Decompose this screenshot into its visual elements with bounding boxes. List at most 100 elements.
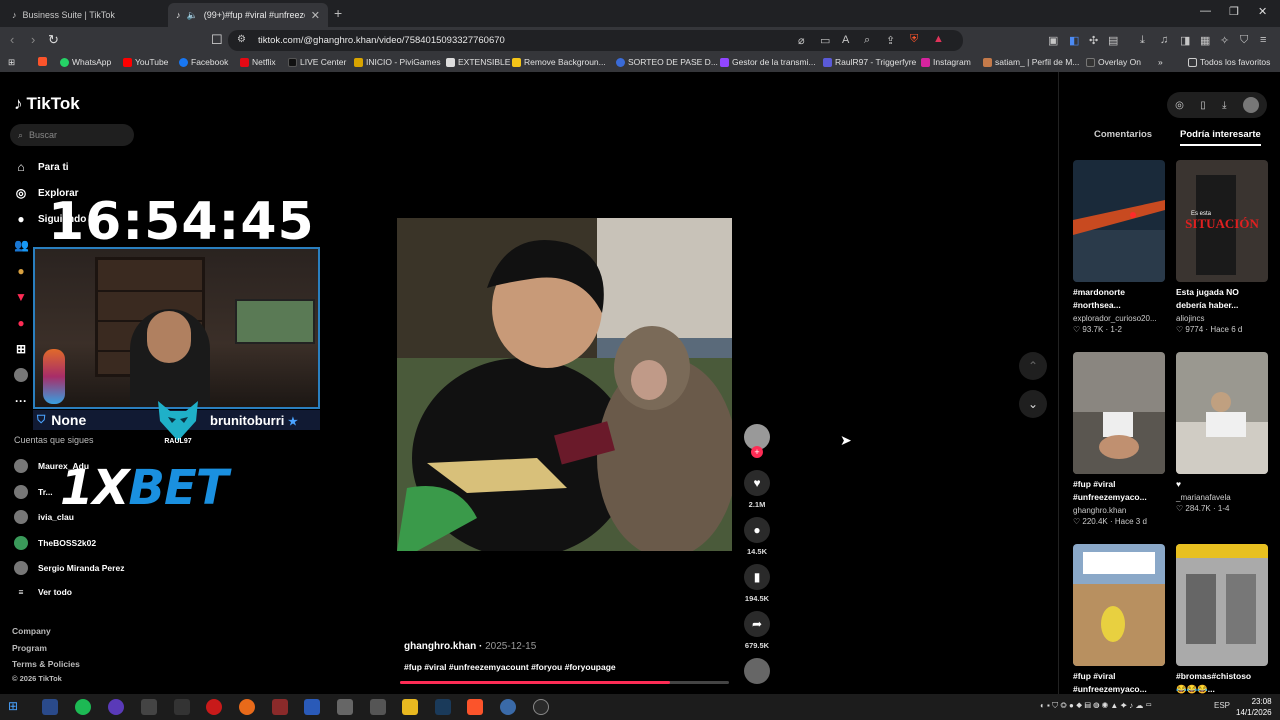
bookmark-instagram[interactable]: Instagram: [921, 57, 971, 67]
spotify-icon[interactable]: [75, 699, 91, 715]
author-avatar[interactable]: +: [741, 424, 773, 458]
previous-video-button[interactable]: ⌃: [1019, 352, 1047, 380]
compass-icon[interactable]: ◎: [1175, 100, 1184, 111]
tab-business-suite[interactable]: ♪ Business Suite | TikTok: [4, 3, 164, 27]
firefox-icon[interactable]: [239, 699, 255, 715]
comment-button[interactable]: ● 14.5K: [741, 517, 773, 556]
back-button[interactable]: ‹: [10, 32, 14, 47]
restore-button[interactable]: ❐: [1229, 5, 1239, 18]
reader-icon[interactable]: ⌀: [798, 34, 805, 47]
reload-button[interactable]: ↻: [48, 32, 59, 48]
language-indicator[interactable]: ESP: [1214, 701, 1230, 710]
nav-for-you[interactable]: ⌂ Para ti: [14, 160, 68, 174]
bookmark-extensible[interactable]: EXTENSIBLE: [446, 57, 510, 67]
bookmark-sorteo[interactable]: SORTEO DE PASE D...: [616, 57, 718, 67]
bookmark-brave[interactable]: [38, 57, 47, 66]
suggested-card[interactable]: #fup #viral #unfreezemyaco... ghanghro.kh…: [1073, 352, 1165, 526]
apps-icon[interactable]: ⊞: [8, 57, 15, 68]
share-button[interactable]: ➦ 679.5K: [741, 611, 773, 650]
epic-games-icon[interactable]: [174, 699, 190, 715]
bookmark-all[interactable]: Todos los favoritos: [1188, 57, 1270, 67]
search-input[interactable]: ⌕ Buscar: [10, 124, 134, 146]
wallet-icon[interactable]: ▣: [1048, 34, 1058, 47]
brave-icon[interactable]: [467, 699, 483, 715]
brave-shield-icon[interactable]: ⛨: [910, 33, 918, 46]
upload-icon[interactable]: ⊞: [14, 342, 28, 356]
rewards-icon[interactable]: ▲: [933, 33, 944, 45]
taskbar-app-icon[interactable]: [42, 699, 58, 715]
messages-icon[interactable]: ▼: [14, 290, 28, 304]
cast-icon[interactable]: ▭: [820, 34, 830, 47]
taskbar-app-icon[interactable]: [141, 699, 157, 715]
steam-icon[interactable]: [435, 699, 451, 715]
tray-icons[interactable]: ◐ ▪ ⛉ ◎ ● ◆ ▤ ◍ ◉ ▲ ✦ ♪ ☁ ▭: [1040, 701, 1152, 711]
friends-icon[interactable]: 👥: [14, 238, 29, 252]
taskbar-app-icon[interactable]: [337, 699, 353, 715]
bookmark-satiam[interactable]: satiam_ | Perfil de M...: [983, 57, 1079, 67]
new-tab-button[interactable]: +: [334, 5, 342, 21]
obs-icon[interactable]: [533, 699, 549, 715]
site-info-icon[interactable]: ⚙: [237, 34, 246, 45]
save-button[interactable]: ▮ 194.5K: [741, 564, 773, 603]
puzzle-icon[interactable]: ✣: [1089, 34, 1098, 47]
bookmark-youtube[interactable]: YouTube: [123, 57, 168, 67]
video-author[interactable]: ghanghro.khan · 2025-12-15: [404, 641, 536, 652]
taskbar-app-icon[interactable]: [272, 699, 288, 715]
leo-icon[interactable]: ✧: [1220, 34, 1229, 47]
wallet2-icon[interactable]: ▦: [1200, 34, 1210, 47]
following-item[interactable]: Tr...: [14, 485, 53, 499]
footer-program[interactable]: Program: [12, 643, 47, 653]
taskbar-app-icon[interactable]: [500, 699, 516, 715]
suggested-card[interactable]: Es esta SITUACIÓN Esta jugada NO debería h…: [1176, 160, 1268, 334]
close-tab-icon[interactable]: ✕: [311, 9, 320, 22]
footer-terms[interactable]: Terms & Policies: [12, 659, 80, 669]
more-icon[interactable]: ···: [14, 394, 28, 408]
taskbar-app-icon[interactable]: [108, 699, 124, 715]
share-icon[interactable]: ⇪: [886, 34, 895, 47]
see-all-link[interactable]: ≡ Ver todo: [14, 587, 73, 597]
extension-icon[interactable]: ◧: [1069, 34, 1079, 47]
bookmark-netflix[interactable]: Netflix: [240, 57, 276, 67]
footer-company[interactable]: Company: [12, 626, 51, 636]
sidebar-icon[interactable]: ▤: [1108, 34, 1118, 47]
opera-icon[interactable]: [206, 699, 222, 715]
bookmark-live-center[interactable]: LIVE Center: [288, 57, 346, 67]
tab-video[interactable]: ♪ 🔈 (99+)#fup #viral #unfreezem ✕: [168, 3, 328, 27]
download-icon[interactable]: ⤓: [1222, 100, 1226, 111]
clock[interactable]: 23:08 14/1/2026: [1236, 696, 1272, 718]
phone-icon[interactable]: ▯: [1200, 100, 1206, 111]
windows-start-icon[interactable]: ⊞: [8, 699, 24, 715]
tab-comments[interactable]: Comentarios: [1094, 129, 1152, 140]
suggested-card[interactable]: ♥ _marianafavela ♡ 284.7K · 1-4: [1176, 352, 1268, 513]
next-video-button[interactable]: ⌄: [1019, 390, 1047, 418]
panel-icon[interactable]: ◨: [1180, 34, 1190, 47]
file-explorer-icon[interactable]: [402, 699, 418, 715]
minimize-button[interactable]: —: [1200, 5, 1211, 17]
bookmark-overlay-on[interactable]: Overlay On: [1086, 57, 1141, 67]
url-field[interactable]: ⚙ tiktok.com/@ghanghro.khan/video/758401…: [228, 30, 963, 51]
bookmark-triggerfyre[interactable]: RaulR97 - Triggerfyre: [823, 57, 916, 67]
forward-button[interactable]: ›: [31, 32, 35, 47]
following-item[interactable]: Sergio Miranda Perez: [14, 561, 124, 575]
word-icon[interactable]: [304, 699, 320, 715]
translate-icon[interactable]: A: [842, 34, 849, 46]
suggested-card[interactable]: #mardonorte #northsea... explorador_curio…: [1073, 160, 1165, 334]
vpn-icon[interactable]: ⛉: [1240, 34, 1248, 47]
bookmark-whatsapp[interactable]: WhatsApp: [60, 57, 111, 67]
more-bookmarks-icon[interactable]: »: [1158, 57, 1163, 67]
bookmark-icon[interactable]: ☐: [211, 32, 223, 48]
video-progress-bar[interactable]: [400, 681, 729, 684]
bookmark-facebook[interactable]: Facebook: [179, 57, 228, 67]
close-window-button[interactable]: ✕: [1258, 5, 1267, 18]
following-item[interactable]: TheBOSS2k02: [14, 536, 96, 550]
calculator-icon[interactable]: [370, 699, 386, 715]
bookmark-pivigames[interactable]: INICIO - PiviGames: [354, 57, 441, 67]
avatar[interactable]: [1242, 97, 1259, 113]
live-icon[interactable]: ●: [14, 264, 28, 278]
menu-icon[interactable]: ≡: [1260, 34, 1266, 46]
download-icon[interactable]: ⤓: [1140, 34, 1145, 47]
tab-suggested[interactable]: Podría interesarte: [1180, 129, 1261, 146]
suggested-card[interactable]: #bromas#chistoso 😂😂😂...: [1176, 544, 1268, 696]
bookmark-gestor[interactable]: Gestor de la transmi...: [720, 57, 816, 67]
sound-disc[interactable]: [741, 658, 773, 684]
